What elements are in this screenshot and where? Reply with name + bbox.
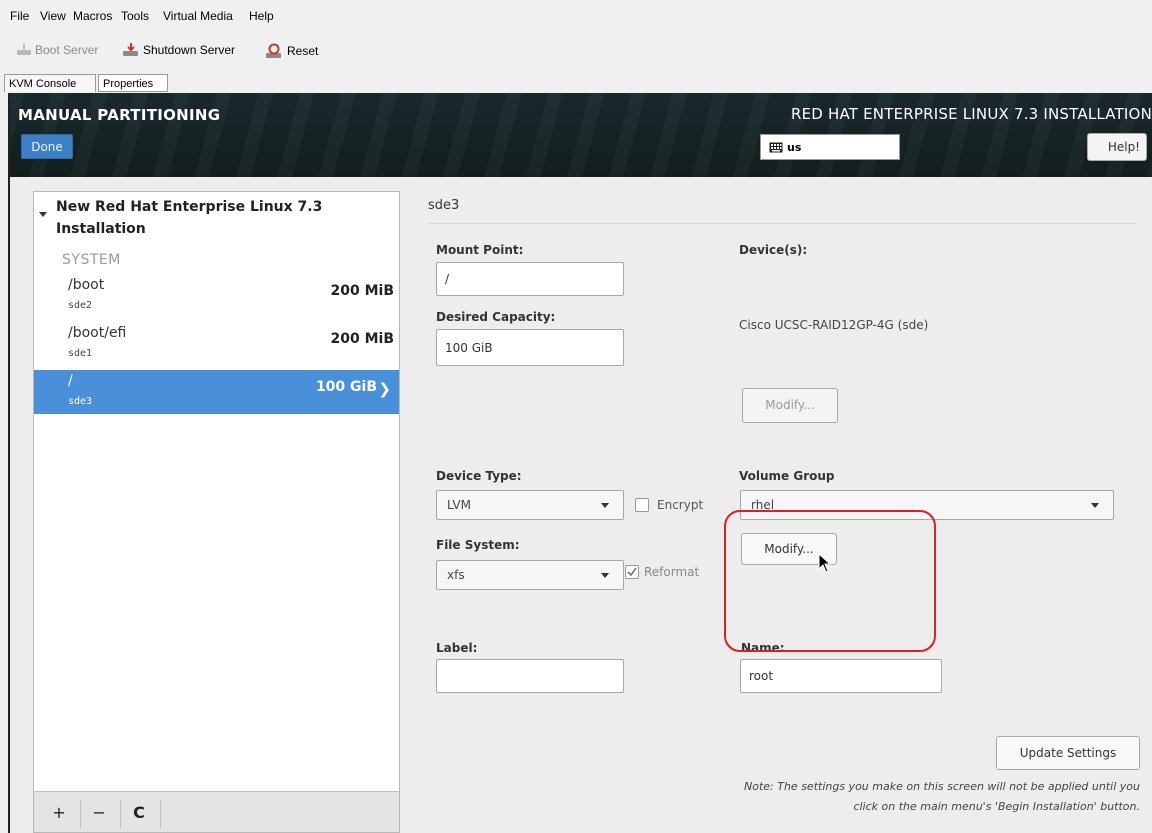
file-system-label: File System: [436, 538, 520, 552]
modify-devices-button[interactable]: Modify... [742, 388, 838, 423]
name-input[interactable]: root [740, 659, 942, 693]
menu-virtual-media[interactable]: Virtual Media [163, 9, 233, 23]
mount-point-label: Mount Point: [436, 243, 524, 257]
reset-button[interactable]: Reset [264, 43, 318, 59]
menu-macros[interactable]: Macros [73, 9, 112, 23]
mount-device: sde1 [68, 348, 93, 359]
reformat-label: Reformat [644, 565, 700, 579]
highlight-outline [724, 510, 936, 652]
mount-point: / [68, 373, 73, 389]
menu-help[interactable]: Help [249, 9, 274, 23]
desired-capacity-input[interactable]: 100 GiB [436, 329, 624, 366]
label-input[interactable] [436, 659, 624, 693]
installer-header: MANUAL PARTITIONING Done RED HAT ENTERPR… [10, 93, 1152, 177]
update-settings-button[interactable]: Update Settings [996, 736, 1140, 770]
kvm-toolbar: Boot Server Shutdown Server Reset [0, 34, 1152, 70]
mouse-cursor-icon [818, 553, 832, 573]
installation-title: New Red Hat Enterprise Linux 7.3 Install… [56, 199, 323, 237]
help-button[interactable]: Help! [1087, 133, 1147, 161]
page-title: MANUAL PARTITIONING [18, 106, 221, 124]
shutdown-server-button[interactable]: Shutdown Server [122, 43, 235, 57]
section-label-system: SYSTEM [62, 252, 121, 268]
mount-device: sde2 [68, 300, 93, 311]
label-field-label: Label: [436, 641, 478, 655]
mount-size: 200 MiB [330, 331, 395, 347]
chevron-right-icon: ❯ [378, 380, 391, 398]
mount-row-boot-efi[interactable]: /boot/efi sde1 200 MiB [34, 322, 399, 366]
device-name: Cisco UCSC-RAID12GP-4G (sde) [739, 318, 929, 332]
keyboard-layout-indicator[interactable]: us [760, 134, 900, 160]
refresh-button[interactable]: C [126, 800, 152, 826]
divider [160, 800, 161, 828]
mount-point: /boot/efi [68, 325, 127, 341]
kvm-console-view: MANUAL PARTITIONING Done RED HAT ENTERPR… [8, 93, 1152, 833]
keyboard-icon [769, 142, 783, 152]
mount-row-boot[interactable]: /boot sde2 200 MiB [34, 274, 399, 318]
device-type-select[interactable]: LVM [436, 490, 624, 520]
expand-arrow-icon[interactable] [39, 212, 47, 217]
device-type-label: Device Type: [436, 469, 522, 483]
divider [120, 800, 121, 828]
menu-view[interactable]: View [40, 9, 66, 23]
boot-server-button[interactable]: Boot Server [16, 43, 98, 57]
mount-point-input[interactable]: / [436, 262, 624, 296]
menu-file[interactable]: File [10, 9, 29, 23]
device-title: sde3 [428, 198, 460, 213]
file-system-select[interactable]: xfs [436, 560, 624, 590]
reset-icon [266, 43, 281, 58]
desired-capacity-label: Desired Capacity: [436, 310, 556, 324]
refresh-icon: C [133, 803, 145, 822]
menu-tools[interactable]: Tools [121, 9, 149, 23]
mount-list-toolbar: + − C [34, 791, 399, 832]
remove-mount-button[interactable]: − [86, 800, 112, 826]
power-on-icon [17, 44, 31, 55]
chevron-down-icon [1091, 503, 1099, 508]
encrypt-checkbox[interactable] [635, 498, 649, 512]
mount-row-root[interactable]: / sde3 100 GiB ❯ [34, 370, 399, 414]
done-button[interactable]: Done [21, 134, 73, 159]
mount-point: /boot [68, 277, 105, 293]
devices-label: Device(s): [739, 243, 808, 257]
mount-point-list: New Red Hat Enterprise Linux 7.3 Install… [33, 191, 400, 833]
volume-group-label: Volume Group [739, 469, 835, 483]
tab-kvm-console[interactable]: KVM Console [4, 74, 96, 92]
menu-bar: File View Macros Tools Virtual Media Hel… [0, 0, 1152, 34]
product-title: RED HAT ENTERPRISE LINUX 7.3 INSTALLATIO… [791, 105, 1152, 123]
mount-size: 200 MiB [330, 283, 395, 299]
checkmark-icon [627, 567, 637, 577]
mount-device: sde3 [68, 396, 93, 407]
tab-properties[interactable]: Properties [98, 74, 168, 92]
shutdown-icon [123, 43, 138, 56]
file-system-value: xfs [447, 568, 465, 582]
encrypt-label: Encrypt [657, 498, 704, 512]
chevron-down-icon [601, 503, 609, 508]
keyboard-layout-label: us [787, 140, 802, 154]
reformat-checkbox[interactable] [625, 565, 639, 579]
settings-note: Note: The settings you make on this scre… [744, 780, 1140, 813]
device-type-value: LVM [447, 498, 471, 512]
divider [428, 223, 1136, 224]
mount-size: 100 GiB [315, 379, 377, 395]
divider [80, 800, 81, 828]
chevron-down-icon [601, 573, 609, 578]
add-mount-button[interactable]: + [46, 800, 72, 826]
